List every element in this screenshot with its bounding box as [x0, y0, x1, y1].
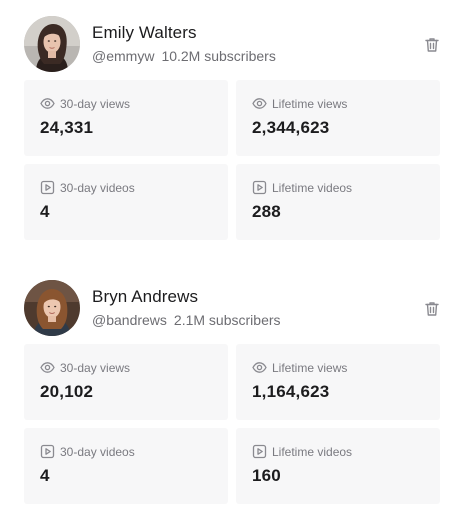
stat-label: 30-day views: [60, 360, 131, 375]
subscriber-count: 2.1M subscribers: [173, 312, 281, 328]
trash-icon[interactable]: [423, 36, 441, 54]
creator-handle: @emmyw: [92, 48, 155, 64]
avatar: [24, 16, 80, 72]
creator-handle: @bandrews: [92, 312, 167, 328]
play-square-icon: [252, 180, 267, 195]
stat-card-lifetime-videos: Lifetime videos 160: [236, 428, 440, 504]
stat-card-30-day-videos: 30-day videos 4: [24, 428, 228, 504]
stat-value: 20,102: [40, 382, 94, 401]
stat-label: 30-day videos: [60, 180, 135, 195]
stat-value: 1,164,623: [252, 382, 330, 401]
creator-card: Bryn Andrews @bandrews 2.1M subscribers 3…: [0, 264, 464, 504]
stat-value: 160: [252, 466, 281, 485]
stat-card-lifetime-views: Lifetime views 1,164,623: [236, 344, 440, 420]
creator-card: Emily Walters @emmyw 10.2M subscribers 30…: [0, 0, 464, 240]
creator-name: Emily Walters: [92, 23, 197, 42]
creator-name: Bryn Andrews: [92, 287, 199, 306]
stat-card-30-day-views: 30-day views 20,102: [24, 344, 228, 420]
stat-label: Lifetime views: [272, 360, 348, 375]
stat-card-30-day-videos: 30-day videos 4: [24, 164, 228, 240]
stat-label: 30-day views: [60, 96, 131, 111]
stat-value: 4: [40, 466, 50, 485]
creator-meta: @emmyw 10.2M subscribers: [92, 48, 276, 64]
stat-card-lifetime-videos: Lifetime videos 288: [236, 164, 440, 240]
play-square-icon: [40, 444, 55, 459]
stat-value: 4: [40, 202, 50, 221]
eye-icon: [252, 96, 267, 111]
trash-icon[interactable]: [423, 300, 441, 318]
stat-card-lifetime-views: Lifetime views 2,344,623: [236, 80, 440, 156]
stat-card-30-day-views: 30-day views 24,331: [24, 80, 228, 156]
stat-label: Lifetime views: [272, 96, 348, 111]
subscriber-count: 10.2M subscribers: [161, 48, 276, 64]
eye-icon: [40, 360, 55, 375]
stat-value: 2,344,623: [252, 118, 330, 137]
play-square-icon: [40, 180, 55, 195]
stat-label: Lifetime videos: [272, 444, 353, 459]
stat-label: Lifetime videos: [272, 180, 353, 195]
stat-value: 288: [252, 202, 281, 221]
eye-icon: [40, 96, 55, 111]
creator-header: Bryn Andrews @bandrews 2.1M subscribers: [0, 264, 464, 344]
eye-icon: [252, 360, 267, 375]
stat-label: 30-day videos: [60, 444, 135, 459]
creator-header: Emily Walters @emmyw 10.2M subscribers: [0, 0, 464, 80]
stat-value: 24,331: [40, 118, 94, 137]
avatar: [24, 280, 80, 336]
creator-meta: @bandrews 2.1M subscribers: [92, 312, 281, 328]
play-square-icon: [252, 444, 267, 459]
